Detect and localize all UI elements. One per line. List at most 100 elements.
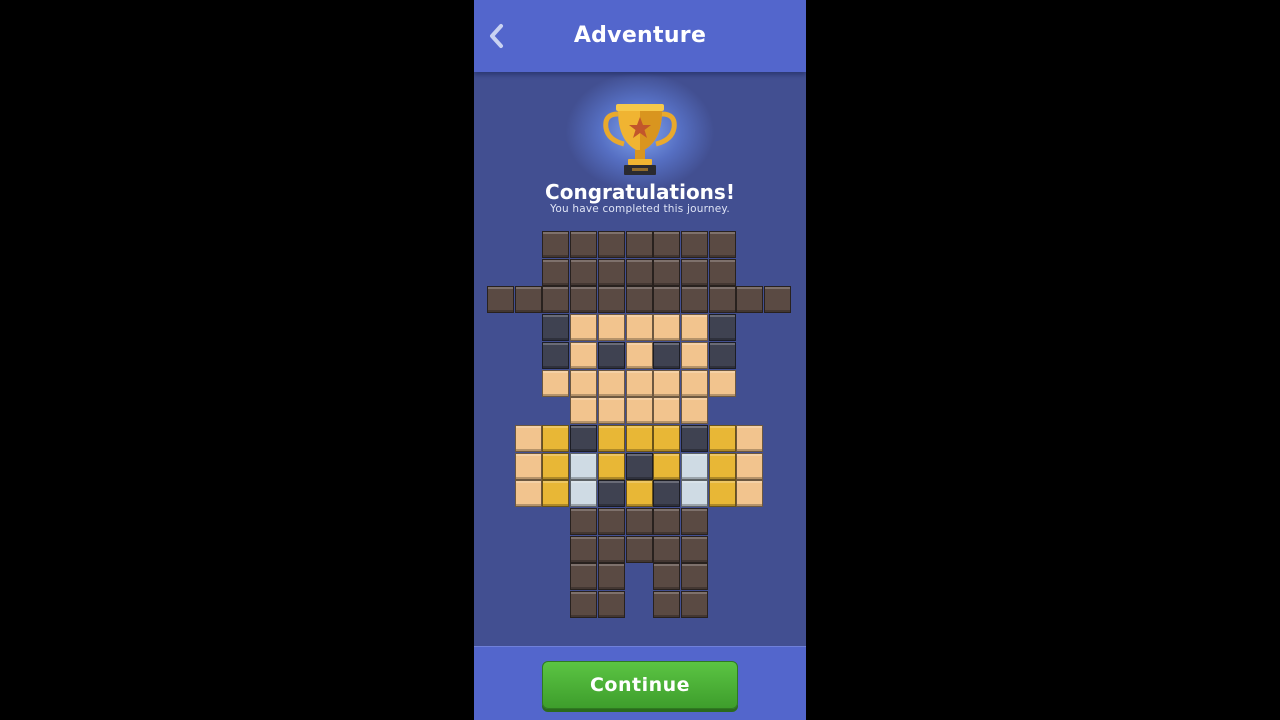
trophy-icon (603, 104, 677, 175)
tile-skin (653, 369, 681, 397)
tile-brown (542, 231, 570, 258)
tile-skin (625, 341, 653, 369)
tile-skin (653, 397, 681, 425)
tile-brown (653, 508, 681, 535)
tile-light (680, 480, 708, 508)
tile-dark (542, 341, 570, 369)
tile-skin (597, 397, 625, 425)
tile-skin (597, 369, 625, 397)
tile-brown (680, 563, 708, 591)
tile-dark (680, 424, 708, 452)
tile-brown (570, 563, 598, 591)
tile-brown (542, 286, 570, 314)
tile-brown (625, 231, 653, 258)
tile-dark (653, 341, 681, 369)
tile-light (570, 452, 598, 480)
tile-brown (625, 535, 653, 563)
tile-dark (708, 341, 736, 369)
tile-brown (653, 591, 681, 619)
tile-skin (597, 314, 625, 342)
tile-brown (597, 591, 625, 619)
tile-brown (597, 508, 625, 535)
tile-gold (653, 424, 681, 452)
tile-brown (542, 258, 570, 286)
tile-skin (653, 314, 681, 342)
tile-gold (708, 480, 736, 508)
tile-gold (542, 452, 570, 480)
tile-skin (680, 369, 708, 397)
tile-skin (570, 397, 598, 425)
tile-brown (597, 286, 625, 314)
tile-brown (653, 286, 681, 314)
tile-brown (625, 286, 653, 314)
tile-brown (736, 286, 764, 314)
tile-brown (625, 508, 653, 535)
tile-skin (514, 424, 542, 452)
tile-gold (597, 424, 625, 452)
tile-brown (597, 231, 625, 258)
tile-gold (625, 424, 653, 452)
tile-brown (680, 591, 708, 619)
tile-brown (597, 535, 625, 563)
tile-skin (680, 314, 708, 342)
tile-gold (542, 424, 570, 452)
tile-brown (708, 286, 736, 314)
tile-skin (736, 480, 764, 508)
tile-brown (653, 535, 681, 563)
tile-brown (625, 258, 653, 286)
tile-brown (570, 535, 598, 563)
tile-brown (680, 286, 708, 314)
tile-dark (708, 314, 736, 342)
tile-gold (708, 424, 736, 452)
tile-dark (597, 480, 625, 508)
tile-brown (680, 231, 708, 258)
tile-brown (680, 535, 708, 563)
tile-brown (653, 563, 681, 591)
tile-brown (653, 231, 681, 258)
tile-gold (542, 480, 570, 508)
tile-brown (570, 286, 598, 314)
tile-brown (514, 286, 542, 314)
tile-dark (542, 314, 570, 342)
tile-dark (653, 480, 681, 508)
tile-gold (625, 480, 653, 508)
tile-skin (680, 397, 708, 425)
tile-brown (487, 286, 514, 314)
completion-subtitle: You have completed this journey. (550, 203, 730, 215)
congratulations-title: Congratulations! (545, 180, 735, 204)
tile-light (570, 480, 598, 508)
top-bar: Adventure (474, 0, 806, 72)
tile-brown (653, 258, 681, 286)
tile-brown (570, 591, 598, 619)
tile-brown (708, 231, 736, 258)
tile-brown (764, 286, 791, 314)
tile-skin (625, 397, 653, 425)
page-title: Adventure (573, 23, 707, 48)
tile-skin (514, 480, 542, 508)
tile-skin (570, 314, 598, 342)
tile-skin (736, 452, 764, 480)
continue-button[interactable]: Continue (542, 661, 738, 709)
tile-brown (680, 258, 708, 286)
tile-brown (570, 508, 598, 535)
tile-skin (625, 369, 653, 397)
tile-skin (570, 341, 598, 369)
tile-skin (570, 369, 598, 397)
tile-skin (542, 369, 570, 397)
tile-dark (597, 341, 625, 369)
tile-skin (514, 452, 542, 480)
tile-dark (625, 452, 653, 480)
tile-skin (680, 341, 708, 369)
bottom-bar: Continue (474, 646, 806, 720)
tile-gold (708, 452, 736, 480)
tile-skin (736, 424, 764, 452)
tile-brown (708, 258, 736, 286)
tile-brown (597, 563, 625, 591)
tile-skin (708, 369, 736, 397)
tile-gold (597, 452, 625, 480)
tile-dark (570, 424, 598, 452)
tile-gold (653, 452, 681, 480)
tile-skin (625, 314, 653, 342)
tile-brown (570, 258, 598, 286)
game-screen: Adventure Congratulations! You have comp… (474, 0, 806, 720)
